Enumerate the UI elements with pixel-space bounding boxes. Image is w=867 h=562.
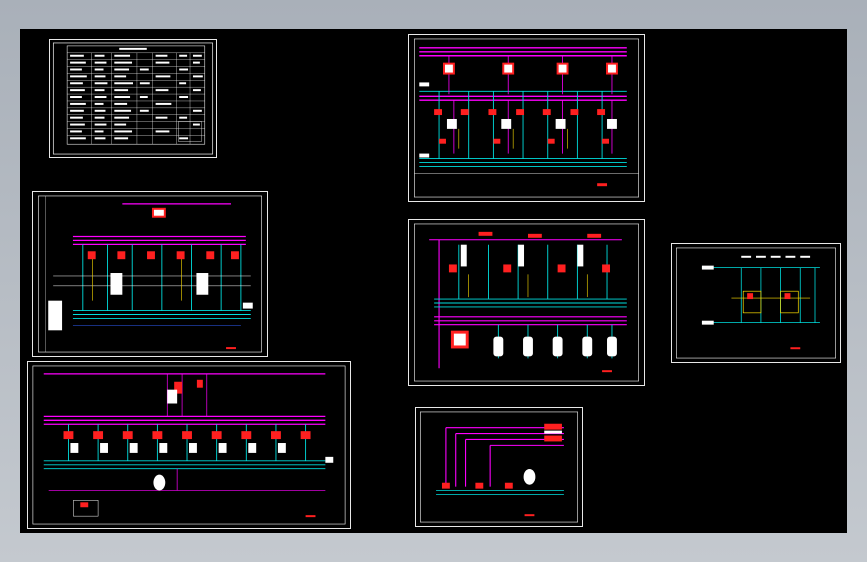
system-diagram-b-drawing	[38, 195, 262, 353]
sheet-system-diagram-a[interactable]	[408, 34, 645, 202]
sheet-system-diagram-e[interactable]	[671, 243, 841, 363]
system-diagram-f-drawing	[419, 411, 579, 523]
system-diagram-a-drawing	[414, 38, 639, 198]
viewer-window	[0, 0, 867, 562]
system-diagram-d-drawing	[414, 223, 639, 382]
sheet-system-diagram-c[interactable]	[27, 361, 351, 529]
legend-table-drawing	[52, 42, 214, 155]
system-diagram-e-drawing	[676, 247, 836, 359]
sheet-system-diagram-f[interactable]	[415, 407, 583, 527]
sheet-legend-table[interactable]	[49, 39, 217, 158]
sheet-system-diagram-b[interactable]	[32, 191, 268, 357]
system-diagram-c-drawing	[32, 365, 346, 525]
drawing-canvas[interactable]	[20, 29, 847, 533]
sheet-system-diagram-d[interactable]	[408, 219, 645, 386]
